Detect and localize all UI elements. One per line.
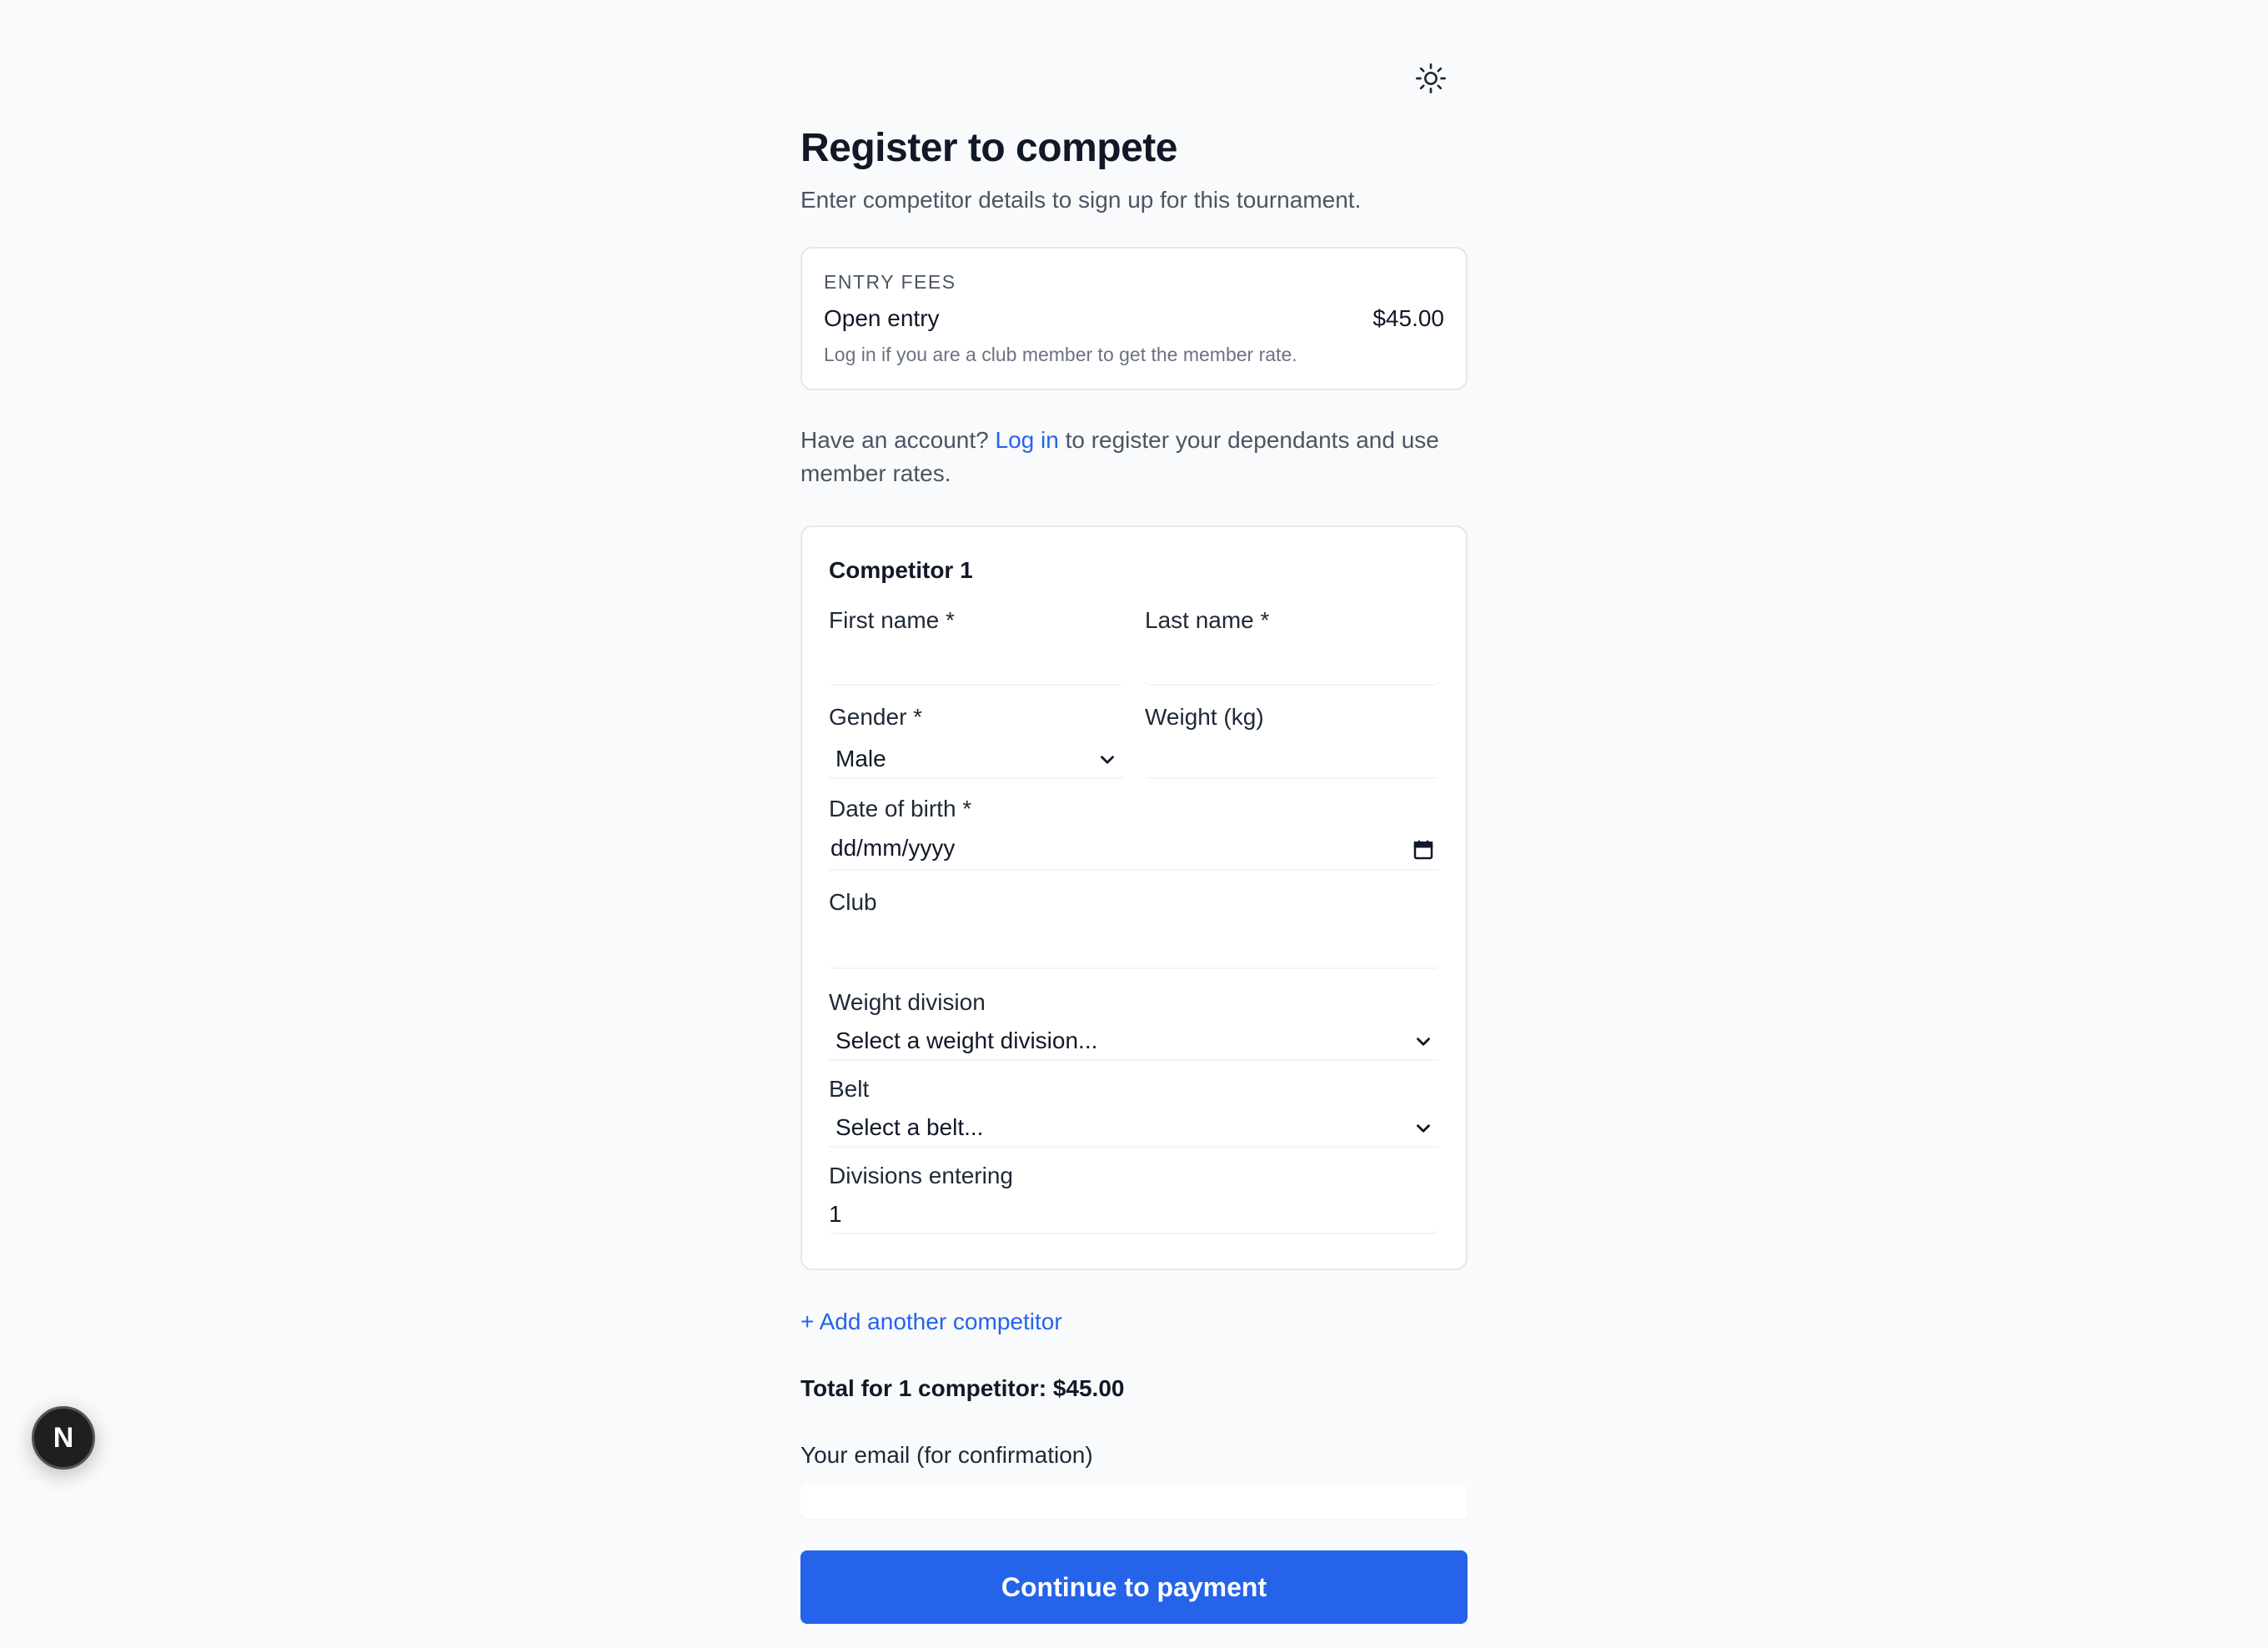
weight-input[interactable] [1145,741,1439,779]
dob-input[interactable]: dd/mm/yyyy [829,827,1439,871]
sun-icon [1416,63,1446,93]
divisions-label: Divisions entering [829,1163,1013,1188]
club-group: Club [829,887,1439,969]
competitor-title: Competitor 1 [829,557,973,583]
club-input[interactable] [829,931,1439,969]
badge-letter: N [53,1421,74,1454]
gender-select[interactable]: Male [829,741,1123,779]
registration-form: Register to compete Enter competitor det… [800,123,1468,1624]
add-competitor-link[interactable]: + Add another competitor [800,1307,1468,1337]
entry-fees-label: ENTRY FEES [824,271,956,293]
gender-label: Gender * [829,704,923,730]
fee-price: $45.00 [1372,305,1444,331]
belt-value: Select a belt... [835,1114,984,1140]
gender-weight-row: Gender * Male Weight (kg) [829,702,1439,779]
weight-label: Weight (kg) [1145,704,1264,730]
weight-division-group: Weight division Select a weight division… [829,987,1439,1061]
first-name-label: First name * [829,607,955,633]
weight-group: Weight (kg) [1145,702,1439,779]
calendar-icon[interactable] [1411,837,1436,862]
dob-label: Date of birth * [829,796,972,821]
belt-select[interactable]: Select a belt... [829,1109,1439,1148]
page: Register to compete Enter competitor det… [0,0,2268,1648]
page-title: Register to compete [800,126,1177,170]
belt-label: Belt [829,1076,870,1102]
gender-value: Male [835,746,886,771]
dev-tools-badge[interactable]: N [32,1406,95,1470]
dob-group: Date of birth * dd/mm/yyyy [829,794,1439,871]
fee-name: Open entry [824,305,940,331]
chevron-down-icon [1417,1124,1430,1133]
competitor-card: Competitor 1 First name * Last name * Ge… [800,525,1468,1270]
email-label: Your email (for confirmation) [800,1442,1093,1468]
login-link[interactable]: Log in [996,427,1059,453]
weight-division-value: Select a weight division... [835,1027,1098,1053]
chevron-down-icon [1101,756,1114,764]
dob-placeholder: dd/mm/yyyy [830,835,956,861]
member-rate-note: Log in if you are a club member to get t… [824,344,1297,365]
gender-group: Gender * Male [829,702,1123,779]
club-label: Club [829,889,877,915]
account-note: Have an account? Log in to register your… [800,424,1468,490]
email-input[interactable] [800,1484,1468,1519]
divisions-group: Divisions entering [829,1161,1439,1234]
total-summary: Total for 1 competitor: $45.00 [800,1375,1125,1401]
entry-fees-card: ENTRY FEES Open entry $45.00 Log in if y… [800,247,1468,390]
name-row: First name * Last name * [829,605,1439,686]
account-note-prefix: Have an account? [800,427,989,453]
first-name-group: First name * [829,605,1123,686]
last-name-group: Last name * [1145,605,1439,686]
last-name-label: Last name * [1145,607,1270,633]
chevron-down-icon [1417,1038,1430,1046]
divisions-input[interactable] [829,1196,1439,1234]
first-name-input[interactable] [829,647,1123,686]
last-name-input[interactable] [1145,647,1439,686]
theme-toggle-button[interactable] [1411,58,1451,98]
belt-group: Belt Select a belt... [829,1074,1439,1148]
weight-division-label: Weight division [829,989,986,1015]
weight-division-select[interactable]: Select a weight division... [829,1022,1439,1061]
page-subtitle: Enter competitor details to sign up for … [800,187,1362,213]
fee-row: Open entry $45.00 [824,304,1444,334]
continue-to-payment-button[interactable]: Continue to payment [800,1550,1468,1624]
